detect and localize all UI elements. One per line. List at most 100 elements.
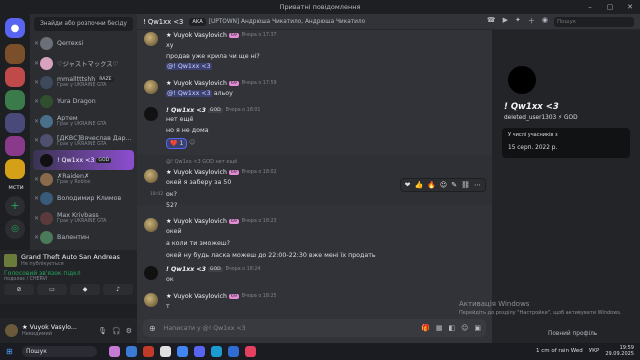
add-reaction-icon[interactable]: ☺ (189, 139, 195, 146)
mention[interactable]: @! Qw1xx <3 (166, 90, 212, 97)
explore-icon[interactable]: ◎ (5, 219, 25, 239)
weather[interactable]: 1 cm of rain Wed (536, 348, 583, 354)
discord-icon[interactable] (194, 346, 205, 357)
server-icon[interactable] (5, 136, 25, 156)
clock[interactable]: 19:59 29.09.2025 (605, 345, 634, 357)
steam-icon[interactable] (211, 346, 222, 357)
dm-item[interactable]: ! Qw1xx <3 GOD (33, 150, 134, 170)
author[interactable]: ★ Vuyok Vasylovich (166, 32, 227, 39)
dm-item[interactable]: ✕ ✗Raiden✗ Грає у Roblox (30, 170, 137, 189)
avatar[interactable] (144, 80, 158, 94)
screen-share-icon[interactable]: ▭ (37, 284, 67, 295)
minimize-button[interactable]: – (580, 0, 600, 14)
app-icon[interactable] (109, 346, 120, 357)
reply-preview[interactable]: @! Qw1xx <3 GOD нет ещё (166, 159, 237, 165)
discord-home-button[interactable]: ● (5, 18, 25, 38)
soundboard-icon[interactable]: ♪ (103, 284, 133, 295)
app-icon[interactable] (160, 346, 171, 357)
game-activity[interactable]: Grand Theft Auto San Andreas Не публікує… (0, 250, 137, 270)
avatar[interactable] (144, 266, 158, 280)
close-button[interactable]: ✕ (620, 0, 640, 14)
avatar[interactable] (144, 169, 158, 183)
voice-title[interactable]: Голосовий зв'язок підкл (4, 270, 133, 277)
gift-icon[interactable]: 🎁 (421, 324, 430, 332)
reaction-pill[interactable]: ❤️ 1 (166, 138, 188, 149)
language[interactable]: УКР (589, 348, 600, 354)
profile-avatar[interactable] (505, 63, 539, 97)
emoji-icon[interactable]: ☺ (461, 324, 468, 332)
camera-off-icon[interactable]: ⊘ (4, 284, 34, 295)
microphone-icon[interactable]: 🎙 (98, 327, 107, 335)
dm-item[interactable]: ✕ mmalltttshh RAZE Грає у UKRAINE GTA (30, 73, 137, 92)
dm-item[interactable]: ✕ Артем Грає у UKRAINE GTA (30, 112, 137, 131)
settings-gear-icon[interactable]: ⚙ (126, 327, 132, 335)
thumbs-up-icon[interactable]: 👍 (414, 181, 423, 189)
dm-item[interactable]: ✕ ♡ジャストマックス♡ (30, 53, 137, 72)
mention[interactable]: @! Qw1xx <3 (166, 63, 212, 70)
message-text: но я не дома (166, 127, 209, 134)
avatar[interactable] (144, 107, 158, 121)
server-icon[interactable] (5, 44, 25, 64)
server-icon[interactable] (5, 67, 25, 87)
avatar[interactable] (144, 293, 158, 307)
dm-item[interactable]: ✕ Qerrexsi (30, 34, 137, 53)
activity-icon[interactable]: ◆ (70, 284, 100, 295)
message-text: нет ещё (166, 116, 194, 123)
add-friend-icon[interactable]: ＋ (528, 16, 535, 26)
avatar[interactable] (5, 324, 18, 337)
sticker-icon[interactable]: ◧ (448, 324, 455, 332)
add-reaction-icon[interactable]: ☺ (440, 181, 447, 189)
dm-item[interactable]: ✕ Yura Dragon (30, 92, 137, 111)
pin-icon[interactable]: ✦ (515, 16, 521, 26)
heart-reaction-icon[interactable]: ❤ (405, 181, 411, 189)
message-text: т (166, 303, 170, 310)
dm-item[interactable]: ✕ Валентин (30, 228, 137, 247)
find-conversation-button[interactable]: Знайди або розпочни бесіду (34, 17, 133, 31)
avatar[interactable] (144, 218, 158, 232)
gif-icon[interactable]: ▦ (436, 324, 443, 332)
dm-item[interactable]: ✕ Володимир Климов (30, 189, 137, 208)
avatar[interactable] (144, 32, 158, 46)
author[interactable]: ★ Vuyok Vasylovich (166, 293, 227, 300)
dm-activity: Грає у UKRAINE GTA (57, 122, 107, 128)
opera-icon[interactable] (143, 346, 154, 357)
server-icon[interactable] (5, 90, 25, 110)
app-icon[interactable] (245, 346, 256, 357)
attach-plus-icon[interactable]: ⊕ (149, 324, 156, 333)
link-icon[interactable]: ⛓ (461, 181, 470, 189)
author[interactable]: ! Qw1xx <3 (166, 266, 206, 273)
chat-header: ! Qw1xx <3 AKA [UPTOWN] Андрюша Чикатило… (137, 14, 640, 30)
full-profile-link[interactable]: Повний профіль (548, 331, 597, 337)
author[interactable]: ★ Vuyok Vasylovich (166, 80, 227, 87)
message-input[interactable]: ⊕ Написати у @! Qw1xx <3 🎁 ▦ ◧ ☺ ▣ (143, 319, 486, 337)
dm-item[interactable]: ✕ Max Krivbass Грає у UKRAINE GTA (30, 209, 137, 228)
app-icon[interactable] (126, 346, 137, 357)
maximize-button[interactable]: ▢ (600, 0, 620, 14)
app-icon[interactable] (228, 346, 239, 357)
fire-icon[interactable]: 🔥 (427, 181, 436, 189)
avatar (40, 231, 53, 245)
profile-icon[interactable]: ◉ (542, 16, 548, 26)
server-icon[interactable] (5, 113, 25, 133)
call-icon[interactable]: ☎ (487, 16, 496, 26)
dm-item[interactable]: ✕ [ДКВС]Вячеслав Дар... Грає у UKRAINE GTA (30, 131, 137, 150)
server-icon[interactable] (5, 159, 25, 179)
edit-icon[interactable]: ✎ (451, 181, 457, 189)
apps-icon[interactable]: ▣ (474, 324, 481, 332)
search-input[interactable] (554, 17, 634, 27)
author[interactable]: ★ Vuyok Vasylovich (166, 218, 227, 225)
video-icon[interactable]: ▶ (503, 16, 508, 26)
headphones-icon[interactable]: 🎧 (112, 327, 121, 335)
game-title: Grand Theft Auto San Andreas (21, 253, 120, 261)
chrome-icon[interactable] (177, 346, 188, 357)
server-folder-label[interactable]: мсти (3, 184, 29, 191)
more-icon[interactable]: ⋯ (474, 181, 481, 189)
add-server-icon[interactable]: + (5, 196, 25, 216)
author[interactable]: ★ Vuyok Vasylovich (166, 169, 227, 176)
taskbar-search[interactable]: Пошук (22, 346, 97, 357)
windows-start-icon[interactable]: ⊞ (6, 347, 13, 356)
author[interactable]: ! Qw1xx <3 (166, 107, 206, 114)
avatar (40, 134, 53, 148)
dm-name: [ДКВС]Вячеслав Дар... (57, 134, 132, 142)
user-status: Невидимий (22, 331, 53, 337)
